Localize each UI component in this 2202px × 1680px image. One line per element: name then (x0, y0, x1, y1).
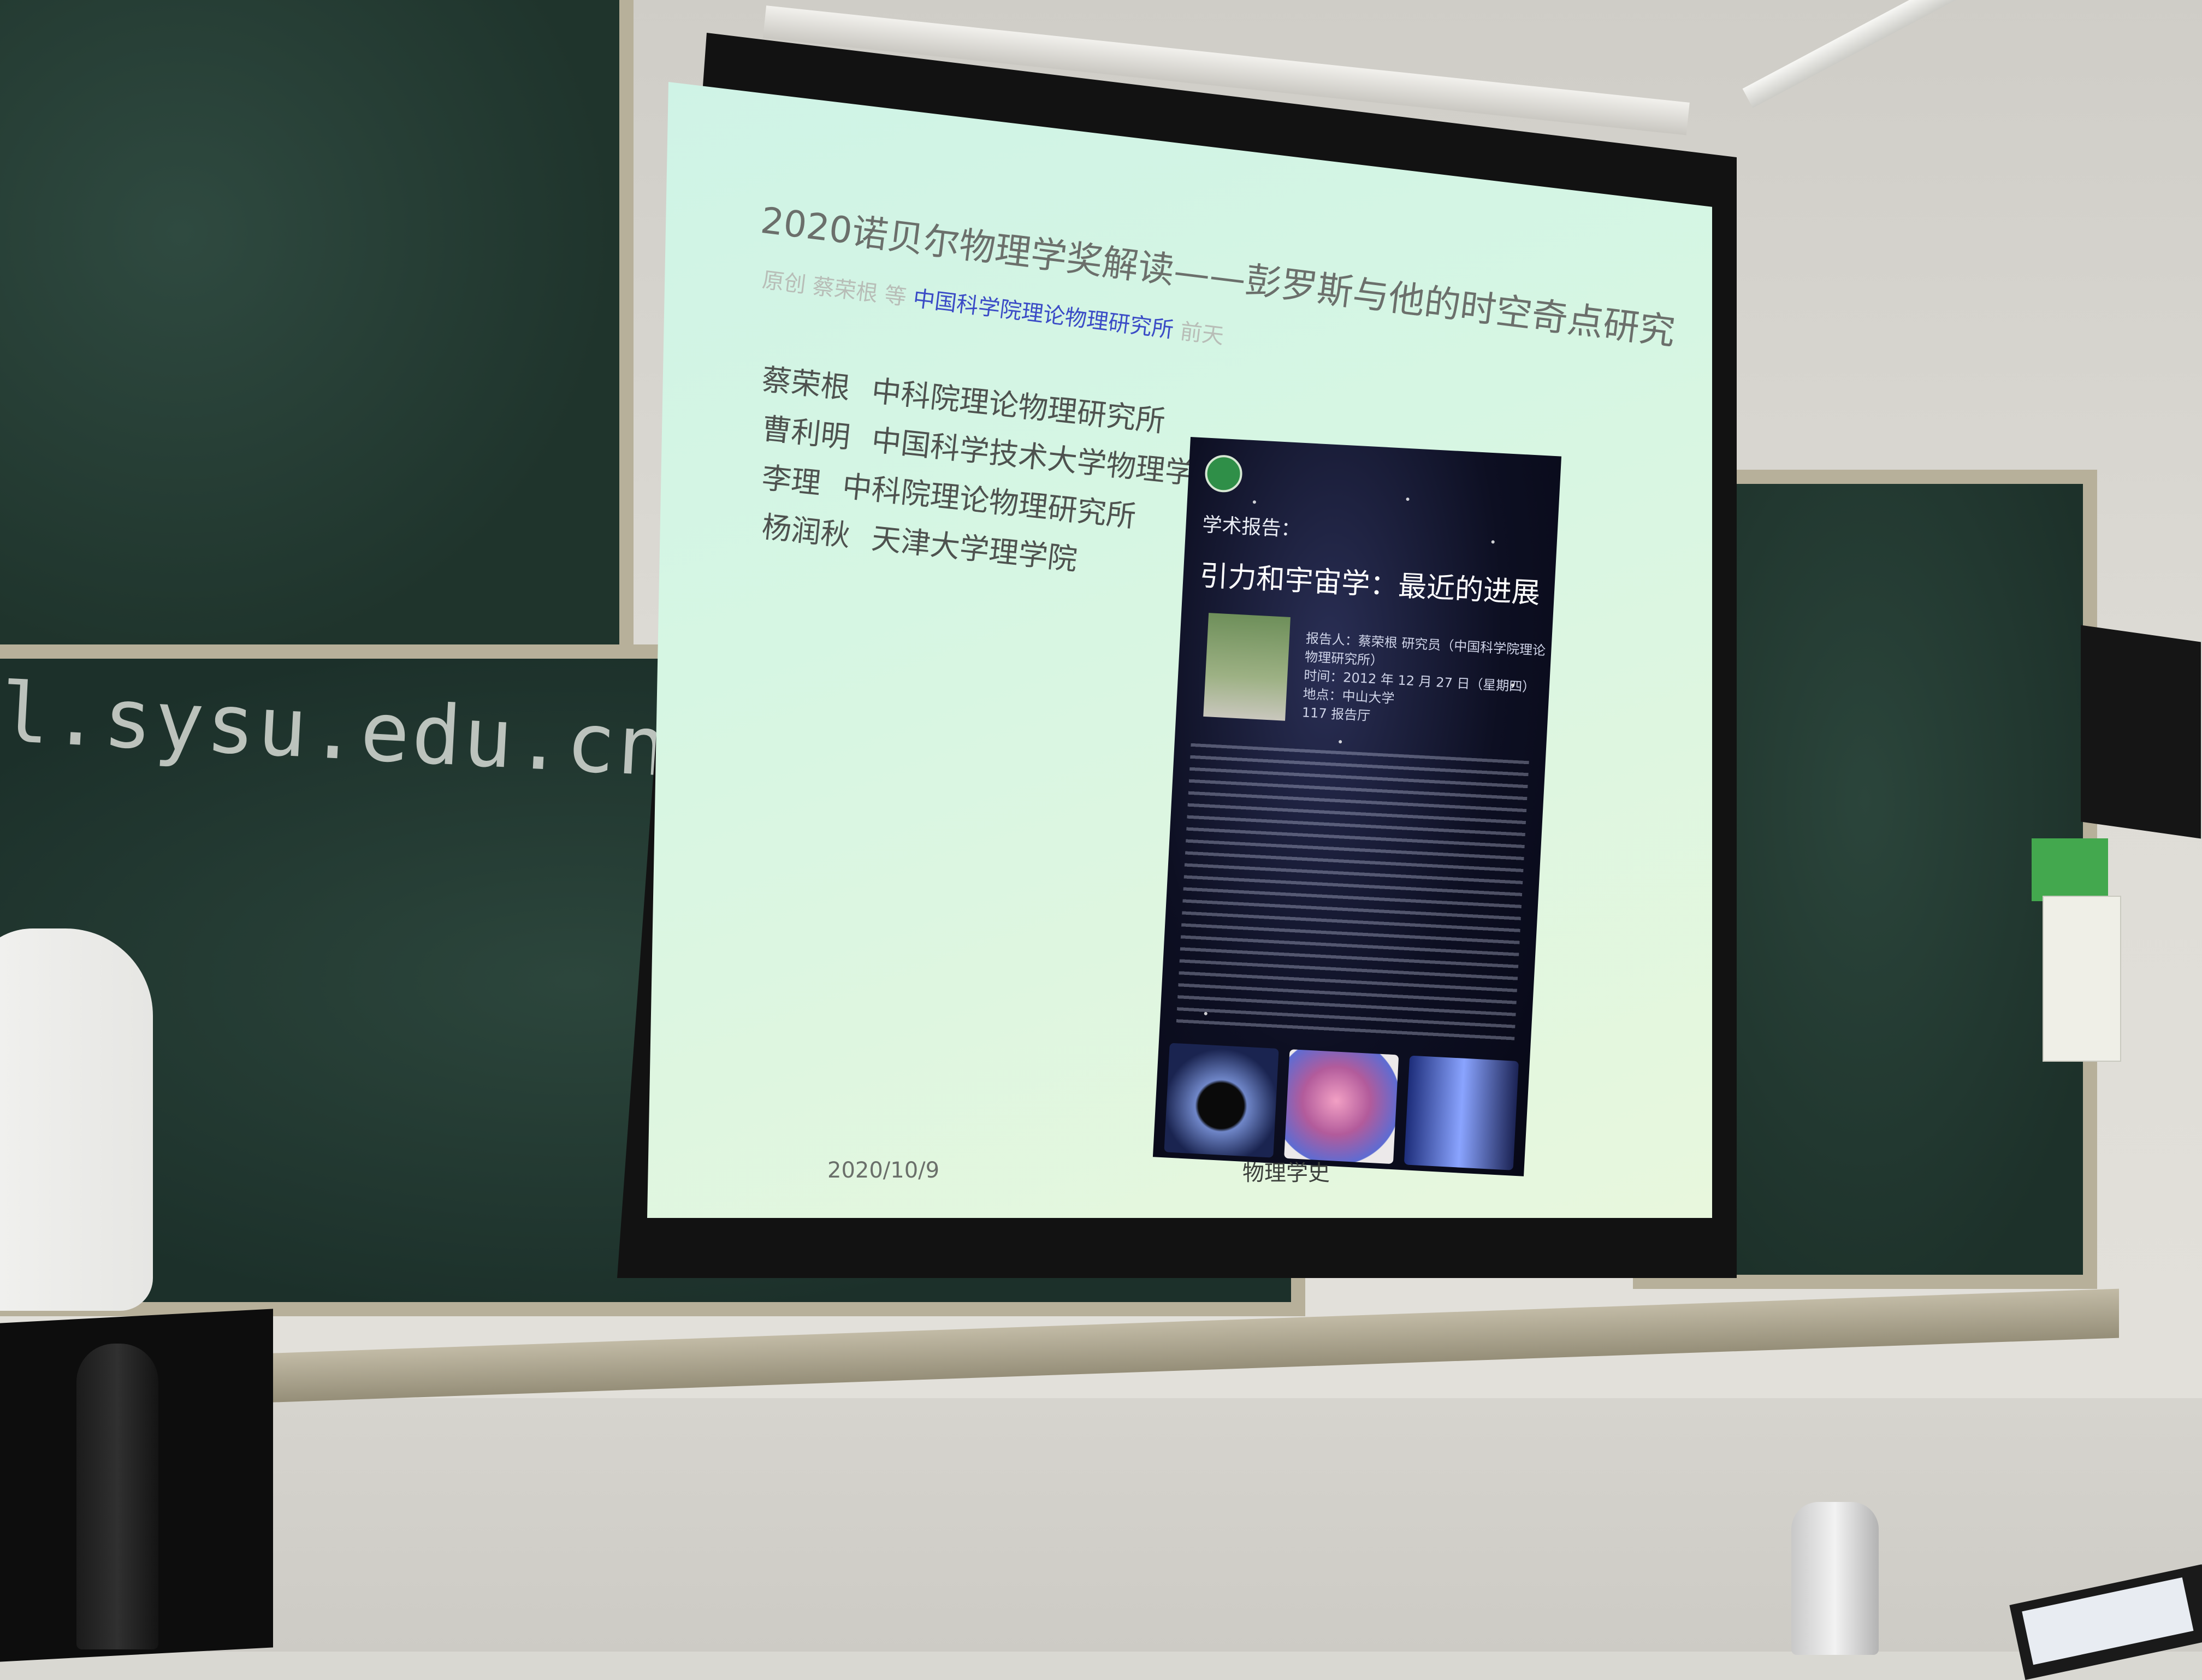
star (1252, 500, 1257, 504)
universe-timeline-image (1404, 1055, 1519, 1170)
wall-tv (2081, 625, 2201, 839)
author-name: 李理 (760, 460, 823, 501)
byline-prefix: 原创 蔡荣根 等 (761, 267, 915, 311)
poster-body-text (1176, 743, 1529, 1045)
speaker-photo (1203, 613, 1291, 721)
author-name: 曹利明 (760, 411, 852, 455)
slide-footer: 物理学史 (1242, 1161, 1330, 1186)
star (1339, 740, 1342, 744)
black-hole-image (1164, 1043, 1279, 1158)
slide-date: 2020/10/9 (827, 1158, 940, 1183)
star (1406, 497, 1410, 501)
poster-title: 引力和宇宙学：最近的进展 (1199, 559, 1541, 610)
poster-image: 学术报告： 引力和宇宙学：最近的进展 报告人：蔡荣根 研究员（中国科学院理论物理… (1152, 437, 1562, 1176)
star (1491, 540, 1495, 544)
university-logo (1204, 454, 1244, 493)
poster-details: 报告人：蔡荣根 研究员（中国科学院理论物理研究所） 时间：2012 年 12 月… (1301, 629, 1552, 735)
blackboard-upper-left (0, 0, 634, 683)
author-affiliation: 天津大学理学院 (869, 521, 1079, 577)
wall-notice (2043, 896, 2121, 1062)
slide: 2020诺贝尔物理学奖解读——彭罗斯与他的时空奇点研究 原创 蔡荣根 等 中国科… (647, 82, 1712, 1218)
byline-suffix: 前天 (1171, 318, 1226, 350)
author-name: 杨润秋 (760, 509, 852, 553)
cosmology-sphere-image (1284, 1049, 1399, 1164)
poster-label: 学术报告： (1201, 513, 1301, 541)
microphone (76, 1344, 158, 1649)
author-name: 蔡荣根 (760, 362, 852, 406)
water-bottle (1791, 1502, 1879, 1655)
presenter-arm (0, 928, 153, 1311)
green-sign (2032, 838, 2108, 901)
byline-institution: 中国科学院理论物理研究所 (911, 286, 1175, 343)
